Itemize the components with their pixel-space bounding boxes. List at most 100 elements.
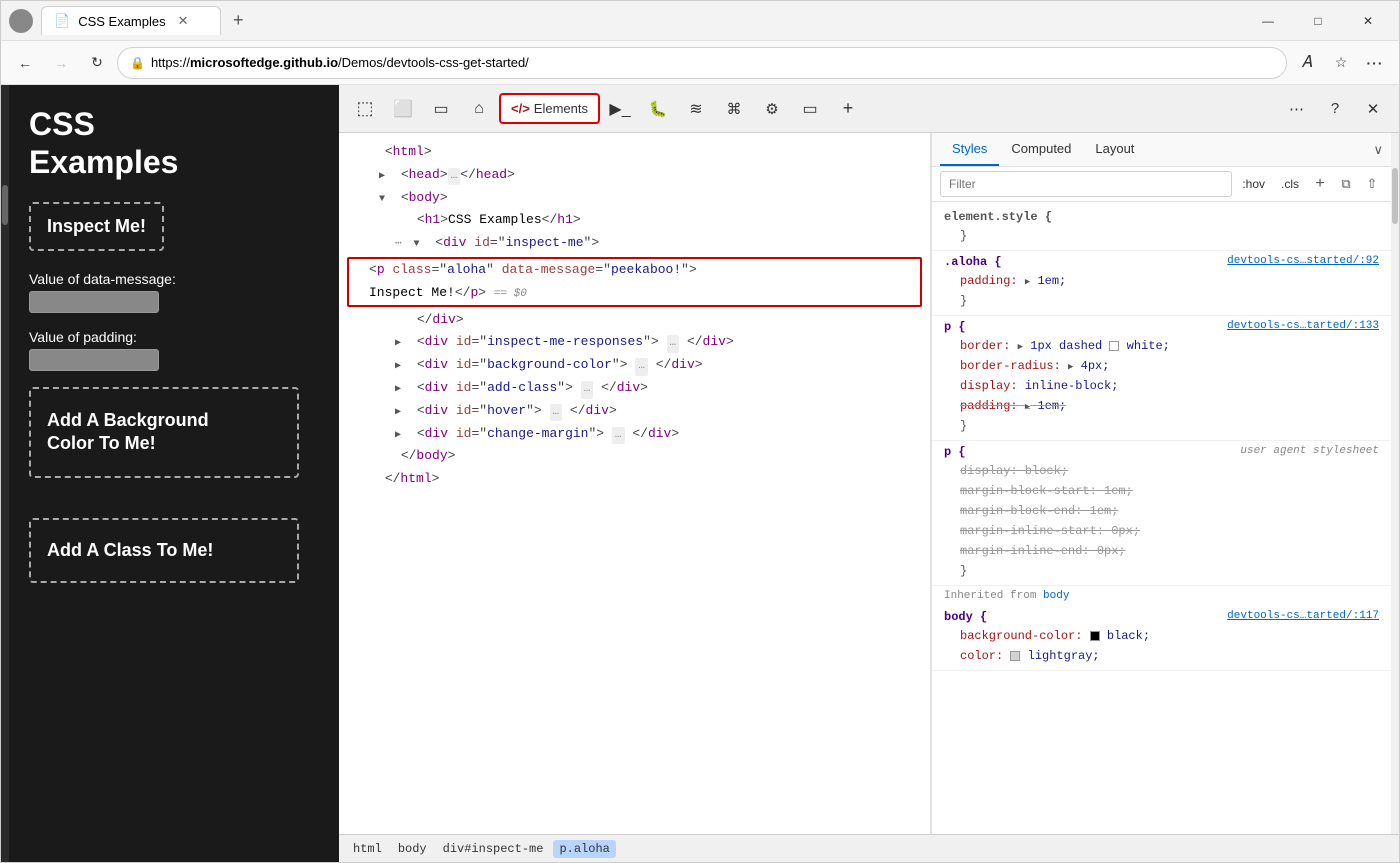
body-source-link[interactable]: devtools-cs…tarted/:117: [1227, 610, 1379, 624]
dom-line-p[interactable]: <p class="aloha" data-message="peekaboo!…: [349, 259, 920, 282]
dom-highlighted-p[interactable]: <p class="aloha" data-message="peekaboo!…: [347, 257, 922, 307]
hover-state-button[interactable]: :hov: [1236, 175, 1271, 193]
devtools-toolbar: ⬚ ⬜ ▭ ⌂ </> Elements ▶_ 🐛 ≋ ⌘ ⚙ ▭ + ⋯ ? …: [339, 85, 1399, 133]
selector-p: p {: [944, 320, 966, 334]
console-button[interactable]: ▶_: [602, 91, 638, 127]
device-emulation-button[interactable]: ⬜: [385, 91, 421, 127]
style-rule-header-body: body { devtools-cs…tarted/:117: [944, 610, 1379, 624]
inspect-me-resp-dots[interactable]: …: [667, 335, 680, 353]
title-bar: 📄 CSS Examples ✕ + — □ ✕: [1, 1, 1399, 41]
dom-line-html-close[interactable]: </html>: [339, 468, 930, 491]
dom-line-change-margin[interactable]: ▶ <div id="change-margin"> … </div>: [339, 423, 930, 446]
style-rule-header-element: element.style {: [944, 210, 1379, 224]
bg-color-dots[interactable]: …: [635, 358, 648, 376]
tab-close-button[interactable]: ✕: [178, 13, 189, 29]
tab-computed[interactable]: Computed: [999, 133, 1083, 166]
value-data-message-section: Value of data-message:: [29, 271, 319, 313]
performance-button[interactable]: ⚙: [754, 91, 790, 127]
dom-line-background-color[interactable]: ▶ <div id="background-color"> … </div>: [339, 354, 930, 377]
value-padding-input: [29, 349, 159, 371]
refresh-button[interactable]: ↻: [81, 47, 113, 79]
head-dots[interactable]: …: [448, 168, 461, 186]
favorites-button[interactable]: ☆: [1325, 47, 1357, 79]
dom-line-p-content[interactable]: Inspect Me!</p> == $0: [349, 282, 920, 305]
p-source-link[interactable]: devtools-cs…tarted/:133: [1227, 320, 1379, 334]
minimize-button[interactable]: —: [1245, 5, 1291, 37]
help-button[interactable]: ?: [1317, 91, 1353, 127]
maximize-button[interactable]: □: [1295, 5, 1341, 37]
add-bg-color-label-line1: Add A Background: [47, 410, 209, 430]
styles-filter-input[interactable]: [940, 171, 1232, 197]
breadcrumb-p-aloha[interactable]: p.aloha: [553, 840, 615, 858]
value-data-message-label: Value of data-message:: [29, 271, 319, 287]
selector-aloha: .aloha {: [944, 255, 1002, 269]
home-button[interactable]: ⌂: [461, 91, 497, 127]
network-button[interactable]: ≋: [678, 91, 714, 127]
ua-margin-block-start: margin-block-start: 1em;: [944, 481, 1379, 501]
window-controls: — □ ✕: [1245, 5, 1391, 37]
dom-line-div-inspect-me[interactable]: ⋯ ▼ <div id="inspect-me">: [339, 232, 930, 255]
dom-line-div-close[interactable]: </div>: [339, 309, 930, 332]
profile-avatar[interactable]: [9, 9, 33, 33]
hover-dots[interactable]: …: [550, 404, 563, 422]
tab-layout[interactable]: Layout: [1083, 133, 1146, 166]
add-bg-color-box[interactable]: Add A Background Color To Me!: [29, 387, 299, 478]
address-bar[interactable]: 🔒 https://microsoftedge.github.io/Demos/…: [117, 47, 1287, 79]
inherited-from-label: Inherited from body: [932, 586, 1391, 606]
styles-scrollbar-thumb[interactable]: [1392, 168, 1398, 224]
styles-tab-more-button[interactable]: ∨: [1373, 142, 1383, 158]
webpage-scrollbar-thumb[interactable]: [2, 185, 8, 225]
add-class-dots[interactable]: …: [581, 381, 594, 399]
add-class-box[interactable]: Add A Class To Me!: [29, 518, 299, 583]
breadcrumb-html[interactable]: html: [347, 840, 388, 858]
tab-styles[interactable]: Styles: [940, 133, 999, 166]
dom-line-body[interactable]: ▼ <body>: [339, 187, 930, 210]
border-radius-triangle: ▶: [1068, 362, 1073, 372]
add-panel-button[interactable]: +: [830, 91, 866, 127]
back-button[interactable]: ←: [9, 47, 41, 79]
breadcrumb-body[interactable]: body: [392, 840, 433, 858]
dom-line-inspect-me-responses[interactable]: ▶ <div id="inspect-me-responses"> … </di…: [339, 331, 930, 354]
user-agent-label: user agent stylesheet: [1240, 445, 1379, 459]
more-panels-button[interactable]: ⋯: [1279, 91, 1315, 127]
p-close: }: [944, 416, 1379, 436]
style-rule-header-p: p { devtools-cs…tarted/:133: [944, 320, 1379, 334]
forward-button[interactable]: →: [45, 47, 77, 79]
sources-button[interactable]: ⌘: [716, 91, 752, 127]
body-background-color: background-color: black;: [944, 626, 1379, 646]
browser-tab[interactable]: 📄 CSS Examples ✕: [41, 6, 221, 35]
debug-button[interactable]: 🐛: [640, 91, 676, 127]
new-tab-button[interactable]: +: [233, 10, 244, 31]
dom-line-hover[interactable]: ▶ <div id="hover"> … </div>: [339, 400, 930, 423]
dom-line-html[interactable]: <html>: [339, 141, 930, 164]
breadcrumb-div-inspect-me[interactable]: div#inspect-me: [437, 840, 550, 858]
dom-line-h1[interactable]: <h1>CSS Examples</h1>: [339, 209, 930, 232]
application-button[interactable]: ▭: [792, 91, 828, 127]
add-class-label: Add A Class To Me!: [47, 540, 213, 560]
elements-tag-icon: </>: [511, 101, 530, 116]
styles-panel-scrollbar[interactable]: [1391, 133, 1399, 834]
copy-styles-button[interactable]: ⧉: [1335, 173, 1357, 195]
dom-panel[interactable]: <html> ▶ <head>…</head> ▼ <body> <h1>CSS…: [339, 133, 931, 834]
read-aloud-button[interactable]: 𝐴: [1291, 47, 1323, 79]
sidebar-toggle-button[interactable]: ▭: [423, 91, 459, 127]
add-style-rule-button[interactable]: +: [1309, 173, 1331, 195]
change-margin-dots[interactable]: …: [612, 427, 625, 445]
class-button[interactable]: .cls: [1275, 175, 1305, 193]
dom-line-head[interactable]: ▶ <head>…</head>: [339, 164, 930, 187]
dom-line-add-class[interactable]: ▶ <div id="add-class"> … </div>: [339, 377, 930, 400]
inherited-from-body[interactable]: body: [1043, 590, 1069, 602]
more-options-button[interactable]: ⇧: [1361, 173, 1383, 195]
elements-tab-button[interactable]: </> Elements: [499, 93, 600, 124]
dom-line-body-close[interactable]: </body>: [339, 445, 930, 468]
aloha-source-link[interactable]: devtools-cs…started/:92: [1227, 255, 1379, 269]
add-bg-color-label-line2: Color To Me!: [47, 433, 156, 453]
close-devtools-button[interactable]: ✕: [1355, 91, 1391, 127]
inspect-me-box[interactable]: Inspect Me!: [29, 202, 164, 251]
elements-tab-label: Elements: [534, 101, 588, 116]
style-rule-header-p-ua: p { user agent stylesheet: [944, 445, 1379, 459]
padding-s-triangle: ▶: [1025, 402, 1030, 412]
more-button[interactable]: ···: [1359, 47, 1391, 79]
close-button[interactable]: ✕: [1345, 5, 1391, 37]
inspect-element-button[interactable]: ⬚: [347, 91, 383, 127]
